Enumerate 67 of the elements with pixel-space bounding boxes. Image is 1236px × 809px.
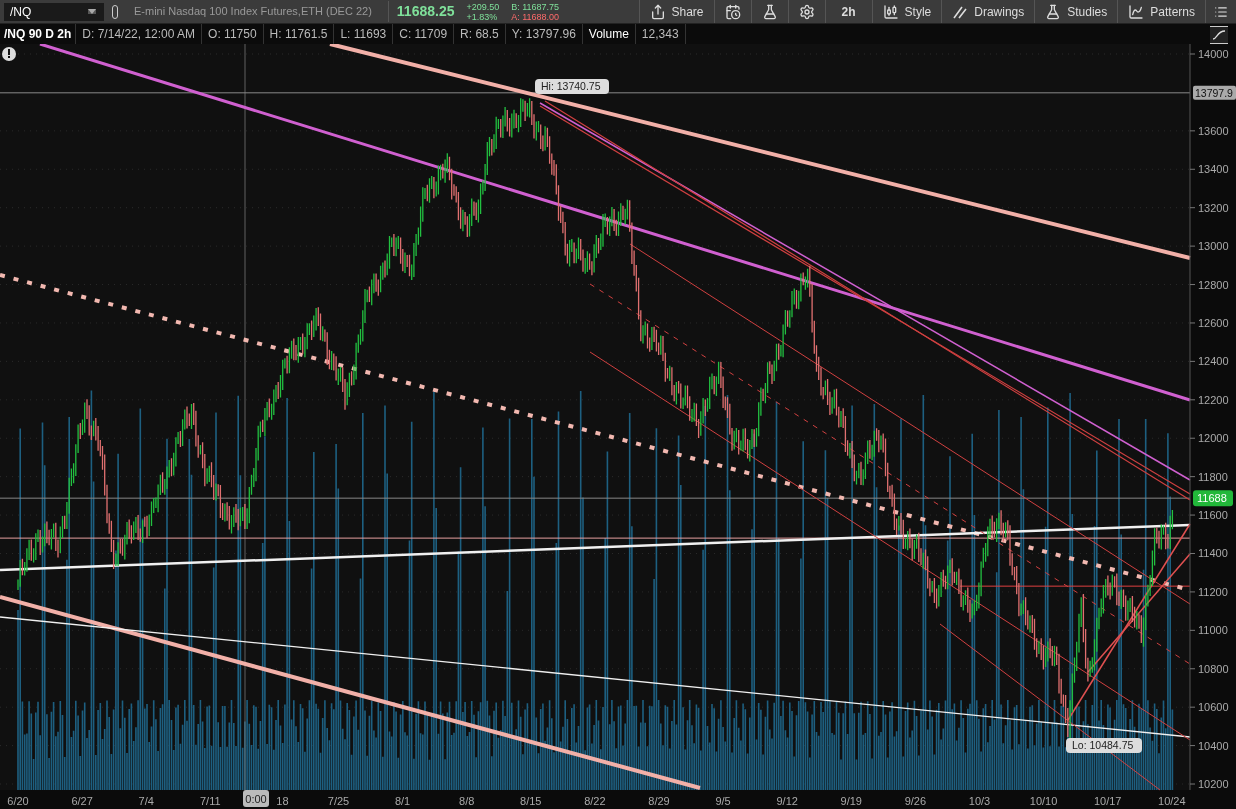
x-axis-label: 7/25	[327, 795, 350, 807]
net-change: +209.50	[466, 1, 500, 12]
low-callout: Lo: 10484.75	[1066, 738, 1142, 753]
y-axis-label: 11400	[1198, 547, 1228, 560]
pattern-chart-icon	[1128, 3, 1145, 20]
x-axis-label: 7/11	[200, 795, 221, 807]
calendar-icon	[724, 3, 741, 20]
cursor-time-tag: 0:00	[243, 790, 269, 807]
x-axis-label: 6/27	[71, 795, 93, 807]
ask-price: A: 11688.00	[511, 11, 560, 22]
settings-icon	[798, 3, 815, 20]
y-axis-label: 12600	[1198, 316, 1229, 329]
x-axis-label: 9/5	[715, 795, 731, 807]
percent-change: +1.83%	[466, 11, 499, 22]
y-axis-label: 11000	[1198, 624, 1228, 637]
x-axis-label: 9/26	[904, 795, 927, 807]
x-axis-label: 8/8	[459, 795, 475, 807]
y-axis-label: 12000	[1198, 432, 1229, 445]
y-axis-label: 11800	[1198, 470, 1228, 483]
timeframe-button[interactable]: 2h	[824, 0, 872, 23]
x-axis-label: 10/17	[1093, 795, 1122, 807]
y-axis-label: 10800	[1198, 662, 1229, 675]
x-axis-label: 8/1	[394, 795, 411, 807]
flask-icon	[1045, 3, 1062, 20]
y-axis-label: 13200	[1198, 201, 1229, 214]
x-axis-label: 10/24	[1158, 795, 1186, 807]
study-icon[interactable]	[1210, 26, 1228, 44]
x-axis-label: 8/15	[520, 795, 542, 807]
share-icon	[649, 3, 666, 20]
drawings-button[interactable]: Drawings	[941, 0, 1035, 23]
y-axis-label: 10200	[1198, 778, 1229, 790]
dropdown-caret-icon	[88, 9, 96, 14]
y-axis-label: 12200	[1198, 393, 1229, 406]
x-axis-label: 10/10	[1029, 795, 1058, 807]
x-axis-label: 9/12	[776, 795, 798, 807]
x-axis-label: 8/22	[584, 795, 606, 807]
candlestick-icon	[882, 3, 899, 20]
y-axis-label: 13000	[1198, 240, 1229, 253]
price-tag: 13797.9	[1193, 85, 1236, 100]
high-callout: Hi: 13740.75	[535, 79, 609, 94]
x-axis-label: 10/3	[968, 795, 991, 807]
flask-icon	[761, 3, 778, 20]
y-axis-label: 11200	[1198, 585, 1228, 598]
x-axis-label: 8/29	[648, 795, 670, 807]
patterns-button[interactable]: Patterns	[1117, 0, 1205, 23]
x-axis-label: 6/20	[7, 795, 29, 807]
menu-icon	[1214, 4, 1228, 19]
instrument-description: E-mini Nasdaq 100 Index Futures,ETH (DEC 22)	[134, 4, 372, 20]
y-axis-label: 14000	[1198, 48, 1229, 60]
y-axis-label: 10400	[1198, 739, 1229, 752]
bid-price: B: 11687.75	[511, 1, 560, 12]
symbol-field[interactable]: /NQ	[4, 2, 104, 21]
y-axis-label: 12400	[1198, 355, 1229, 368]
alert-icon	[2, 47, 16, 61]
y-axis-label: 10600	[1198, 701, 1229, 714]
x-axis-label: 9/19	[840, 795, 862, 807]
y-axis-label: 13600	[1198, 124, 1229, 137]
y-axis-label: 12800	[1198, 278, 1229, 291]
studies-button[interactable]: Studies	[1034, 0, 1118, 23]
x-axis-label: 7/4	[138, 795, 154, 807]
x-axis-label: 18	[276, 795, 289, 807]
y-axis-label: 11600	[1198, 509, 1228, 522]
style-button[interactable]: Style	[871, 0, 942, 23]
last-price-tag: 11688	[1193, 490, 1233, 507]
last-price: 11688.25	[387, 1, 455, 22]
share-button[interactable]: Share	[638, 0, 714, 23]
y-axis-label: 13400	[1198, 163, 1229, 176]
